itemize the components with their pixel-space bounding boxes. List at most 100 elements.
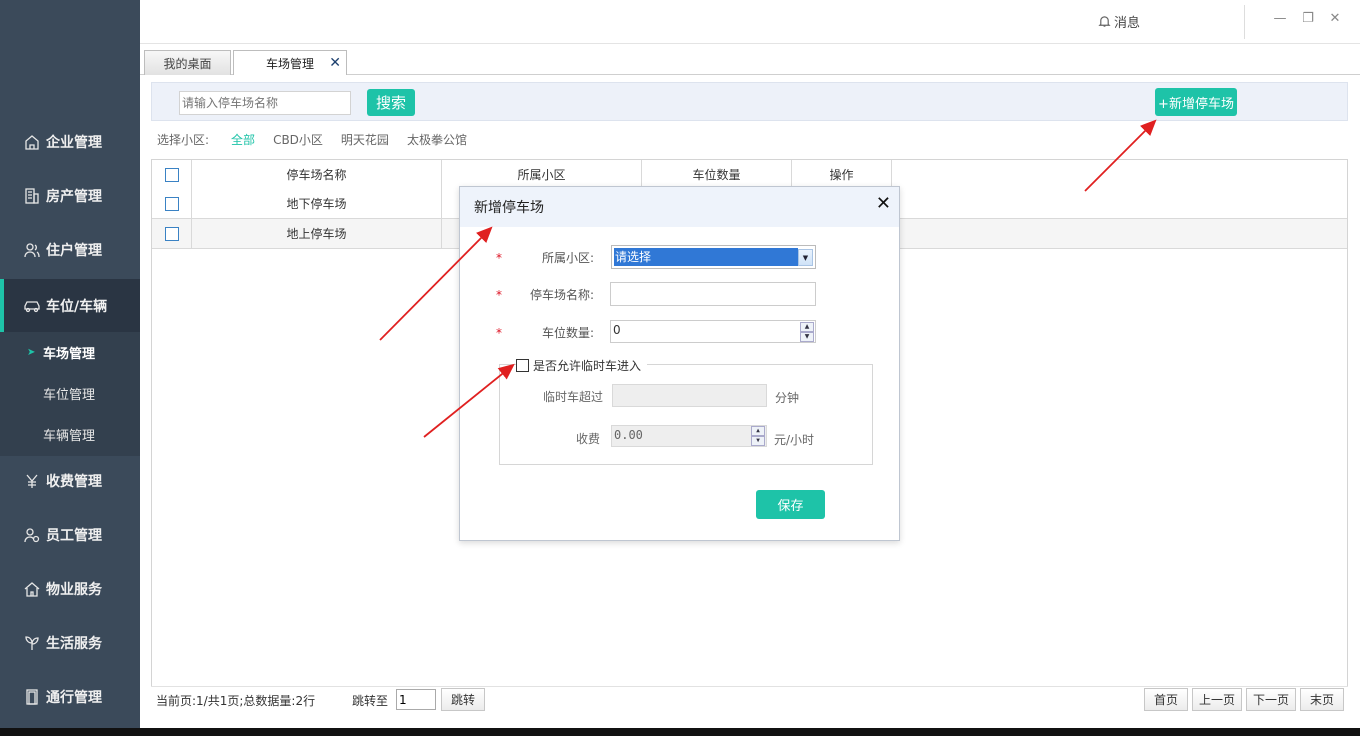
column-header: 停车场名称 xyxy=(192,160,442,189)
space-count-label: 车位数量: xyxy=(541,326,594,340)
office-icon xyxy=(22,186,42,206)
required-mark: * xyxy=(496,326,502,340)
sidebar-item-label: 车位/车辆 xyxy=(46,299,108,315)
dialog-title: 新增停车场 xyxy=(474,200,544,216)
leaf-icon xyxy=(22,633,42,653)
sidebar-submenu: ➤ 车场管理 车位管理 车辆管理 xyxy=(0,332,140,456)
sidebar-subitem-label: 车位管理 xyxy=(43,387,96,403)
tab-desktop[interactable]: 我的桌面 xyxy=(144,50,231,75)
filter-option-cbd[interactable]: CBD小区 xyxy=(273,131,323,148)
sidebar-item-access[interactable]: 通行管理 xyxy=(0,670,140,724)
door-icon xyxy=(22,687,42,707)
building-icon xyxy=(22,132,42,152)
prev-page-button[interactable]: 上一页 xyxy=(1192,688,1242,711)
space-count-stepper[interactable]: ▲ ▼ xyxy=(800,322,814,342)
sidebar-item-life-service[interactable]: 生活服务 xyxy=(0,616,140,670)
sidebar-item-label: 通行管理 xyxy=(46,690,102,706)
sidebar-item-label: 收费管理 xyxy=(46,474,102,490)
sidebar-item-label: 生活服务 xyxy=(46,636,102,652)
cell-name: 地下停车场 xyxy=(192,189,442,218)
sidebar: 企业管理 房产管理 住户管理 车位/车辆 ➤ 车场管理 车位管理 车辆管理 收费… xyxy=(0,0,140,728)
fee-stepper: ▲ ▼ xyxy=(751,426,765,446)
add-parking-lot-button[interactable]: +新增停车场 xyxy=(1155,88,1237,116)
temp-over-input xyxy=(612,384,767,407)
sidebar-subitem-parking-lot[interactable]: ➤ 车场管理 xyxy=(0,332,140,372)
pagination: 当前页:1/共1页;总数据量:2行 跳转至 跳转 首页 上一页 下一页 末页 xyxy=(151,686,1348,716)
close-icon[interactable]: ✕ xyxy=(1327,11,1343,27)
sidebar-subitem-label: 车辆管理 xyxy=(43,428,96,444)
next-page-button[interactable]: 下一页 xyxy=(1246,688,1296,711)
temp-vehicle-checkbox[interactable]: 是否允许临时车进入 xyxy=(516,357,648,374)
temp-over-label: 临时车超过 xyxy=(542,390,603,404)
tab-label: 车场管理 xyxy=(265,56,314,71)
tab-parking-management[interactable]: 车场管理 ✕ xyxy=(233,50,347,75)
community-select-value: 请选择 xyxy=(614,248,798,266)
chevron-right-icon: ➤ xyxy=(27,346,36,358)
parking-name-label: 停车场名称: xyxy=(529,288,594,302)
row-checkbox[interactable] xyxy=(164,196,179,211)
fee-unit: 元/小时 xyxy=(774,433,815,447)
fee-label: 收费 xyxy=(575,432,600,446)
first-page-button[interactable]: 首页 xyxy=(1144,688,1188,711)
sidebar-subitem-parking-space[interactable]: 车位管理 xyxy=(0,373,140,413)
dialog-close-icon[interactable]: ✕ xyxy=(876,193,891,214)
car-icon xyxy=(22,296,42,316)
sidebar-subitem-vehicle[interactable]: 车辆管理 xyxy=(0,414,140,454)
search-button[interactable]: 搜索 xyxy=(367,89,415,116)
add-parking-lot-dialog: 新增停车场 ✕ * 所属小区: 请选择 ▼ * 停车场名称: * 车位数量: 0… xyxy=(459,186,900,541)
sidebar-item-label: 房产管理 xyxy=(46,189,102,205)
required-mark: * xyxy=(496,288,502,302)
sidebar-item-residents[interactable]: 住户管理 xyxy=(0,223,140,277)
temp-vehicle-checkbox-label: 是否允许临时车进入 xyxy=(533,359,642,373)
sidebar-item-label: 企业管理 xyxy=(46,135,102,151)
filter-label: 选择小区: xyxy=(157,133,210,147)
cell-name: 地上停车场 xyxy=(192,219,442,248)
fee-input: 0.00 ▲ ▼ xyxy=(611,425,767,447)
taskbar-strip xyxy=(0,728,1360,736)
community-select[interactable]: 请选择 ▼ xyxy=(611,245,816,269)
fee-value: 0.00 xyxy=(614,428,643,442)
tab-label: 我的桌面 xyxy=(163,56,212,71)
search-input[interactable] xyxy=(179,91,351,115)
sidebar-item-property[interactable]: 房产管理 xyxy=(0,169,140,223)
sidebar-item-vehicles[interactable]: 车位/车辆 xyxy=(0,279,140,333)
sidebar-item-label: 物业服务 xyxy=(46,582,102,598)
space-count-input[interactable]: 0 ▲ ▼ xyxy=(610,320,816,343)
filter-option-taiji[interactable]: 太极拳公馆 xyxy=(407,131,467,148)
column-header: 操作 xyxy=(792,160,892,189)
column-header: 所属小区 xyxy=(442,160,642,189)
jump-label: 跳转至 xyxy=(352,694,389,708)
tab-bar: 我的桌面 车场管理 ✕ xyxy=(140,44,1360,75)
top-bar: 消息 — ❐ ✕ xyxy=(140,0,1360,44)
maximize-icon[interactable]: ❐ xyxy=(1300,11,1316,27)
sidebar-item-enterprise[interactable]: 企业管理 xyxy=(0,115,140,169)
chevron-down-icon[interactable]: ▼ xyxy=(798,249,813,266)
parking-name-input[interactable] xyxy=(610,282,816,306)
column-header: 车位数量 xyxy=(642,160,792,189)
jump-button[interactable]: 跳转 xyxy=(441,688,485,711)
space-count-value: 0 xyxy=(613,323,621,337)
community-label: 所属小区: xyxy=(541,251,594,265)
select-all-checkbox[interactable] xyxy=(164,167,179,182)
filter-option-mingtian[interactable]: 明天花园 xyxy=(341,131,389,148)
required-mark: * xyxy=(496,251,502,265)
filter-option-all[interactable]: 全部 xyxy=(231,131,255,148)
messages-button[interactable]: 消息 xyxy=(1098,12,1140,31)
sidebar-subitem-label: 车场管理 xyxy=(43,346,96,362)
messages-label: 消息 xyxy=(1114,16,1141,31)
temp-vehicle-group xyxy=(499,364,873,465)
minimize-icon[interactable]: — xyxy=(1272,11,1288,27)
tab-close-icon[interactable]: ✕ xyxy=(329,55,341,71)
staff-icon xyxy=(22,525,42,545)
checkbox-box[interactable] xyxy=(516,359,529,372)
users-icon xyxy=(22,240,42,260)
sidebar-item-property-service[interactable]: 物业服务 xyxy=(0,562,140,616)
jump-page-input[interactable] xyxy=(396,689,436,710)
search-bar: 搜索 +新增停车场 xyxy=(151,82,1348,121)
row-checkbox[interactable] xyxy=(164,226,179,241)
sidebar-item-staff[interactable]: 员工管理 xyxy=(0,508,140,562)
sidebar-item-label: 住户管理 xyxy=(46,243,102,259)
save-button[interactable]: 保存 xyxy=(756,490,825,519)
last-page-button[interactable]: 末页 xyxy=(1300,688,1344,711)
sidebar-item-billing[interactable]: 收费管理 xyxy=(0,454,140,508)
